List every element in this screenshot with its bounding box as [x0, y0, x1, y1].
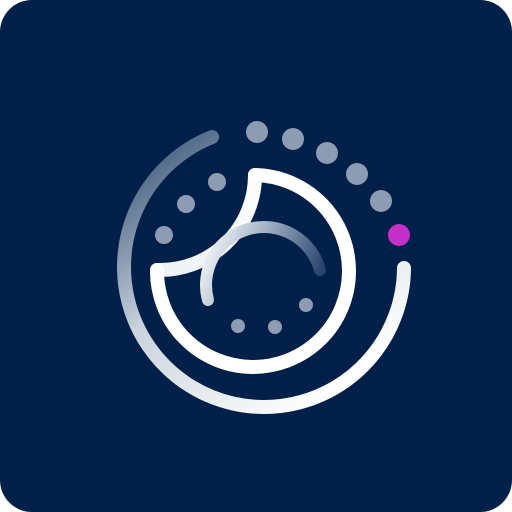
dot [155, 226, 173, 244]
dot [246, 121, 268, 143]
dot [177, 195, 195, 213]
dot [346, 163, 368, 185]
dot [231, 319, 245, 333]
dot [208, 173, 226, 191]
app-icon [0, 0, 512, 512]
dot [370, 190, 392, 212]
dot [299, 298, 313, 312]
circular-loader-logo-icon [0, 0, 512, 512]
accent-dot [388, 224, 410, 246]
icon-background [0, 0, 512, 512]
dot [316, 142, 338, 164]
dot [268, 320, 282, 334]
dot [282, 128, 304, 150]
